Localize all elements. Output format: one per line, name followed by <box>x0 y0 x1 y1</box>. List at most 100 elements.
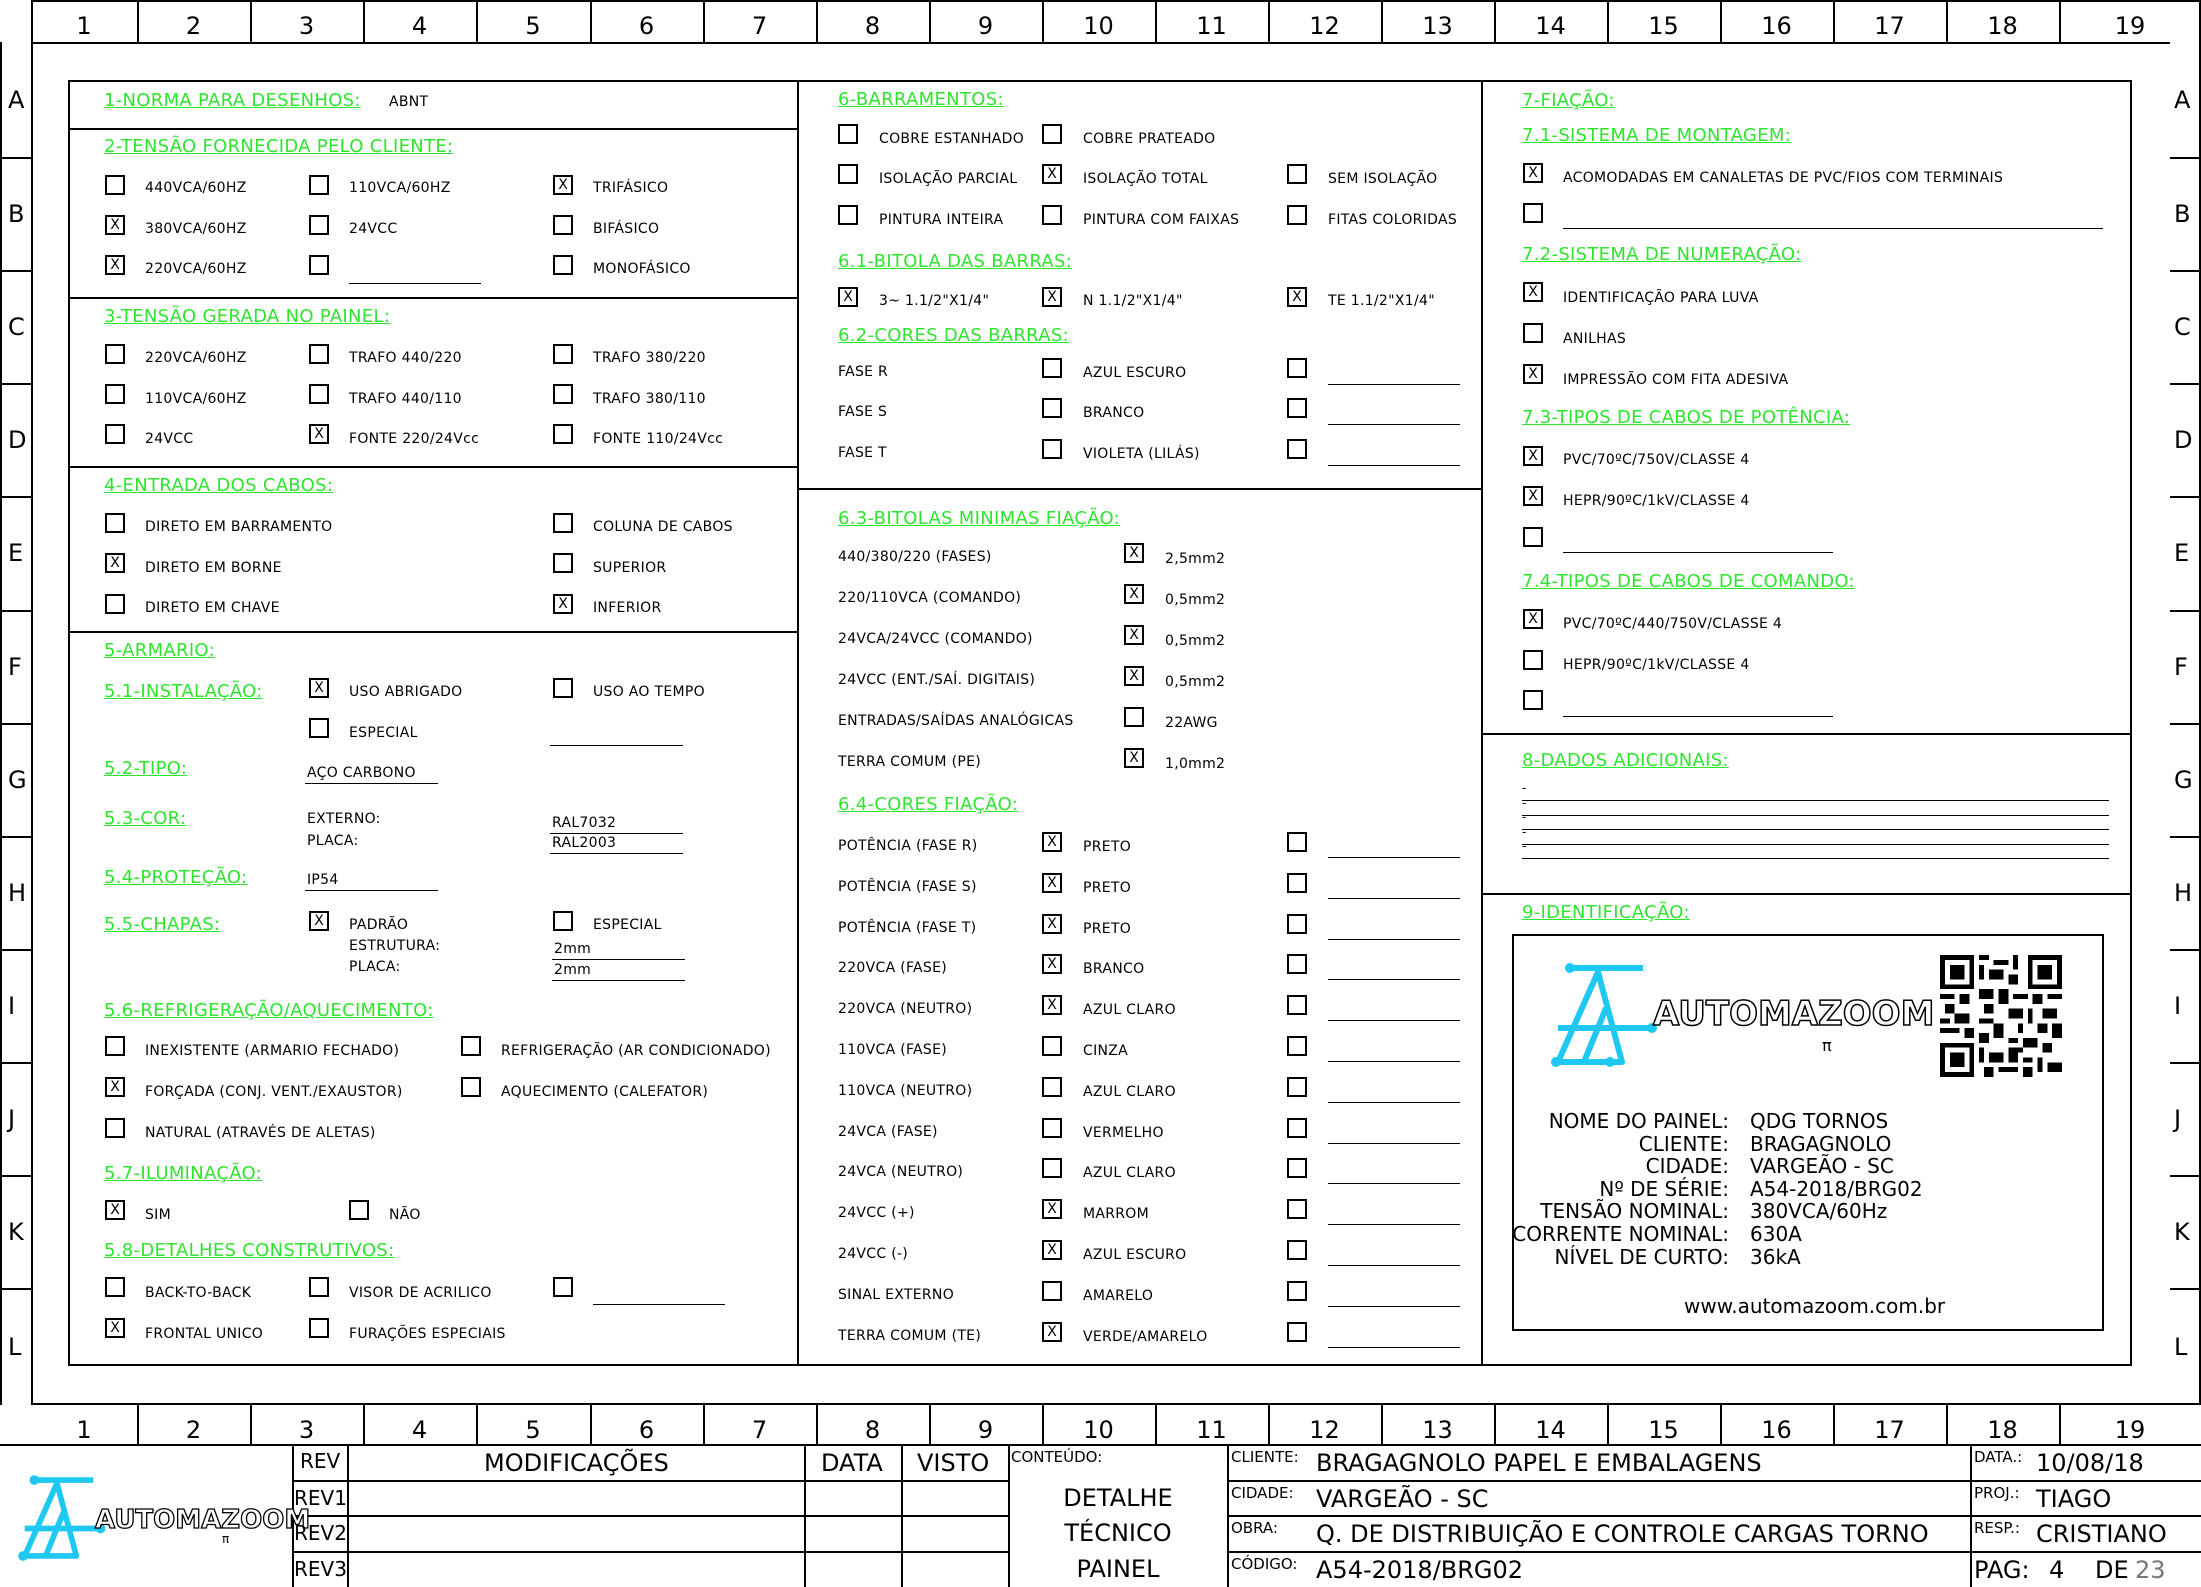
blank-field[interactable] <box>1328 1305 1460 1307</box>
blank-field[interactable] <box>1328 1142 1460 1144</box>
checkbox[interactable]: X <box>105 553 125 573</box>
blank-field[interactable] <box>1328 1265 1460 1266</box>
checkbox[interactable]: X <box>1042 995 1062 1016</box>
checkbox[interactable] <box>349 1200 369 1220</box>
checkbox[interactable] <box>309 718 329 738</box>
checkbox[interactable] <box>553 424 573 444</box>
checkbox[interactable] <box>1287 913 1307 934</box>
checkbox[interactable] <box>1042 1036 1062 1056</box>
checkbox[interactable]: X <box>1042 832 1062 852</box>
checkbox[interactable] <box>1523 690 1543 710</box>
checkbox[interactable] <box>1042 1117 1062 1138</box>
checkbox[interactable]: X <box>1523 163 1543 183</box>
blank-field[interactable] <box>1328 1346 1460 1348</box>
blank-field[interactable] <box>1328 1224 1460 1226</box>
blank-field[interactable] <box>1328 384 1460 385</box>
checkbox[interactable] <box>1523 323 1543 343</box>
checkbox[interactable]: X <box>553 175 573 195</box>
checkbox[interactable] <box>1287 205 1307 225</box>
checkbox[interactable]: X <box>1523 282 1543 302</box>
checkbox[interactable] <box>553 513 573 533</box>
checkbox[interactable] <box>1042 398 1062 418</box>
checkbox[interactable]: X <box>1124 625 1144 645</box>
checkbox[interactable] <box>1523 527 1543 547</box>
checkbox[interactable] <box>309 344 329 364</box>
checkbox[interactable] <box>1287 358 1307 378</box>
checkbox[interactable]: X <box>1042 164 1062 184</box>
checkbox[interactable]: X <box>105 255 125 275</box>
checkbox[interactable] <box>553 384 573 404</box>
checkbox[interactable]: X <box>1042 1199 1062 1220</box>
blank-field[interactable] <box>1328 1101 1460 1103</box>
blank-field[interactable] <box>1328 1183 1460 1185</box>
checkbox[interactable] <box>461 1077 481 1097</box>
checkbox[interactable] <box>1287 832 1307 852</box>
checkbox[interactable] <box>838 205 858 225</box>
checkbox[interactable] <box>553 344 573 364</box>
checkbox[interactable] <box>1287 1240 1307 1260</box>
checkbox[interactable]: X <box>309 678 329 698</box>
checkbox[interactable]: X <box>1523 486 1543 506</box>
checkbox[interactable] <box>105 384 125 404</box>
checkbox[interactable] <box>1042 205 1062 225</box>
checkbox[interactable] <box>1042 358 1062 378</box>
checkbox[interactable] <box>1287 1199 1307 1220</box>
checkbox[interactable]: X <box>1523 609 1543 629</box>
checkbox[interactable]: X <box>309 424 329 444</box>
checkbox[interactable]: X <box>309 911 329 931</box>
checkbox[interactable] <box>838 164 858 184</box>
checkbox[interactable] <box>553 911 573 931</box>
checkbox[interactable]: X <box>1042 1321 1062 1342</box>
checkbox[interactable]: X <box>105 215 125 235</box>
blank-field[interactable] <box>1563 228 2103 229</box>
checkbox[interactable] <box>1523 203 1543 223</box>
checkbox[interactable]: X <box>1523 364 1543 384</box>
checkbox[interactable] <box>1042 1280 1062 1301</box>
checkbox[interactable] <box>309 1318 329 1338</box>
blank-field[interactable] <box>1563 552 1833 553</box>
blank-field[interactable] <box>1328 857 1460 858</box>
checkbox[interactable]: X <box>1042 1240 1062 1260</box>
checkbox[interactable] <box>1287 1076 1307 1097</box>
additional-data-line[interactable] <box>1522 843 2109 845</box>
checkbox[interactable]: X <box>1124 748 1144 768</box>
blank-field[interactable] <box>593 1304 725 1305</box>
blank-field[interactable] <box>1328 424 1460 425</box>
checkbox[interactable] <box>105 513 125 533</box>
checkbox[interactable] <box>309 1277 329 1297</box>
checkbox[interactable] <box>309 255 329 275</box>
blank-field[interactable] <box>1328 938 1460 940</box>
checkbox[interactable]: X <box>1523 446 1543 466</box>
checkbox[interactable] <box>1287 1321 1307 1342</box>
checkbox[interactable] <box>1523 650 1543 670</box>
checkbox[interactable]: X <box>1124 584 1144 604</box>
checkbox[interactable] <box>838 124 858 144</box>
additional-data-line[interactable] <box>1522 800 2109 801</box>
checkbox[interactable]: X <box>1042 954 1062 975</box>
checkbox[interactable]: X <box>105 1077 125 1097</box>
checkbox[interactable] <box>553 255 573 275</box>
checkbox[interactable] <box>105 424 125 444</box>
checkbox[interactable] <box>1287 1036 1307 1056</box>
checkbox[interactable] <box>105 1277 125 1297</box>
checkbox[interactable]: X <box>838 287 858 307</box>
blank-field[interactable] <box>1328 979 1460 981</box>
blank-field[interactable] <box>1328 1061 1460 1062</box>
checkbox[interactable]: X <box>1042 872 1062 893</box>
additional-data-line[interactable] <box>1522 858 2109 859</box>
blank-field[interactable] <box>1328 465 1460 466</box>
checkbox[interactable]: X <box>105 1318 125 1338</box>
checkbox[interactable] <box>1287 164 1307 184</box>
checkbox[interactable]: X <box>553 594 573 614</box>
checkbox[interactable]: X <box>1042 287 1062 307</box>
checkbox[interactable] <box>309 215 329 235</box>
checkbox[interactable] <box>1287 1280 1307 1301</box>
checkbox[interactable] <box>1042 439 1062 459</box>
checkbox[interactable] <box>1287 1158 1307 1179</box>
checkbox[interactable] <box>553 553 573 573</box>
checkbox[interactable] <box>1042 1158 1062 1179</box>
checkbox[interactable] <box>1287 954 1307 975</box>
checkbox[interactable] <box>553 678 573 698</box>
checkbox[interactable] <box>105 1036 125 1056</box>
checkbox[interactable]: X <box>1124 543 1144 563</box>
